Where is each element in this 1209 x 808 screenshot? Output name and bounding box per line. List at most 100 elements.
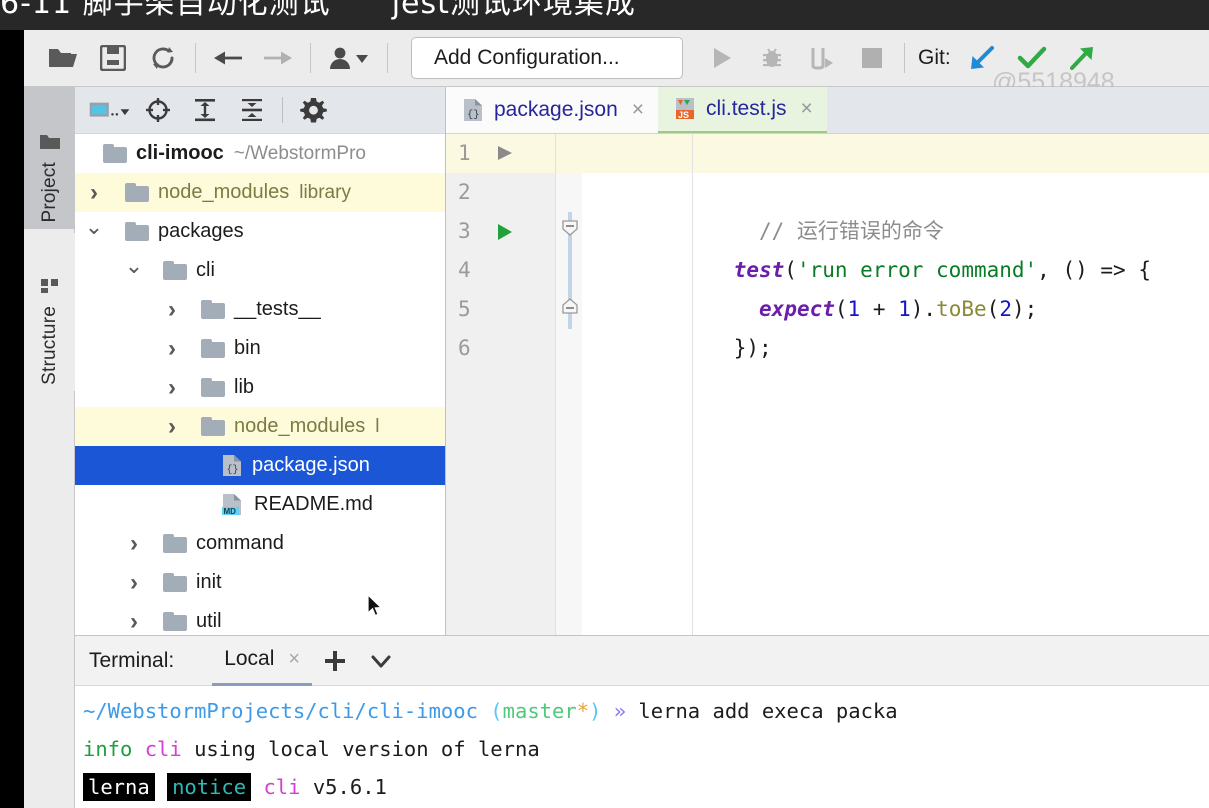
tree-arrow[interactable]	[83, 179, 105, 207]
expand-all-icon[interactable]	[183, 90, 227, 130]
tree-row-cli[interactable]: cli	[75, 251, 445, 290]
folder-icon	[163, 573, 187, 592]
close-icon[interactable]: ×	[288, 648, 300, 671]
toolbar-divider-3	[387, 43, 388, 73]
project-toolbar-divider	[282, 97, 283, 123]
editor-vertical-guide	[692, 134, 693, 635]
save-all-icon[interactable]	[88, 36, 138, 80]
terminal-cwd: ~/WebstormProjects/cli/cli-imooc	[83, 699, 491, 723]
settings-gear-icon[interactable]	[291, 90, 335, 130]
git-update-icon[interactable]	[957, 36, 1007, 80]
code-content[interactable]: // 运行错误的命令 test('run error command', () …	[556, 134, 1209, 635]
forward-arrow-icon[interactable]	[253, 36, 303, 80]
tree-row-node-modules-cli[interactable]: node_modules l	[75, 407, 445, 446]
tree-row-util[interactable]: util	[75, 602, 445, 635]
collapse-all-icon[interactable]	[230, 90, 274, 130]
close-icon[interactable]: ×	[801, 97, 813, 121]
terminal-output[interactable]: ~/WebstormProjects/cli/cli-imooc (master…	[75, 686, 1209, 808]
tree-arrow[interactable]	[123, 608, 145, 636]
tree-arrow[interactable]	[123, 258, 145, 284]
add-configuration-button[interactable]: Add Configuration...	[411, 37, 683, 79]
tree-arrow[interactable]	[123, 569, 145, 597]
tab-cli-test-js[interactable]: JS cli.test.js ×	[658, 87, 827, 133]
ide-window: Add Configuration... Git: @5518948 Proje…	[24, 30, 1209, 808]
svg-text:{}: {}	[227, 464, 239, 476]
chevron-down-icon[interactable]	[358, 638, 404, 684]
tree-root-path: ~/WebstormPro	[233, 142, 366, 164]
video-title-text: 6-11 脚手架自动化测试 jest测试环境集成	[0, 0, 1209, 22]
tree-label: __tests__	[234, 298, 321, 320]
open-folder-icon[interactable]	[38, 36, 88, 80]
tree-label: node_modules	[234, 415, 366, 437]
terminal-token: (	[490, 699, 503, 723]
svg-text:{}: {}	[467, 109, 480, 121]
toolbar-divider	[195, 43, 196, 73]
code-editor[interactable]: 1 2 3 4 5 6 // 运行错误的命令 test('run error c…	[446, 134, 1209, 635]
tree-row-packages[interactable]: packages	[75, 212, 445, 251]
code-comment: // 运行错误的命令	[733, 219, 944, 243]
toolbar-divider-4	[904, 43, 905, 73]
git-commit-icon[interactable]	[1007, 36, 1057, 80]
tree-arrow[interactable]	[123, 530, 145, 558]
sidebar-tab-structure[interactable]: Structure	[24, 233, 75, 391]
folder-icon	[163, 261, 187, 280]
tab-package-json[interactable]: {} package.json ×	[446, 87, 659, 133]
sidebar-tab-project[interactable]: Project	[24, 87, 75, 229]
run-with-coverage-icon[interactable]	[797, 36, 847, 80]
project-file-tree[interactable]: cli-imooc ~/WebstormPro node_modules lib…	[75, 134, 445, 635]
sync-refresh-icon[interactable]	[138, 36, 188, 80]
tree-row-bin[interactable]: bin	[75, 329, 445, 368]
tree-row-command[interactable]: command	[75, 524, 445, 563]
tree-arrow[interactable]	[161, 296, 183, 324]
tree-row-readme[interactable]: MD README.md	[75, 485, 445, 524]
tree-library-tag: l	[375, 415, 380, 437]
back-arrow-icon[interactable]	[203, 36, 253, 80]
tree-row-root[interactable]: cli-imooc ~/WebstormPro	[75, 134, 445, 173]
terminal-token: using local version of lerna	[181, 737, 540, 761]
tree-row-tests[interactable]: __tests__	[75, 290, 445, 329]
tree-arrow[interactable]	[161, 413, 183, 441]
project-folder-icon	[39, 133, 61, 156]
tree-row-init[interactable]: init	[75, 563, 445, 602]
git-push-icon[interactable]	[1057, 36, 1107, 80]
run-icon[interactable]	[697, 36, 747, 80]
tree-row-package-json[interactable]: {} package.json	[75, 446, 445, 485]
add-configuration-label: Add Configuration...	[434, 46, 620, 69]
tree-arrow[interactable]	[161, 374, 183, 402]
terminal-token: *	[576, 699, 590, 723]
terminal-badge-lerna: lerna	[83, 773, 155, 801]
tree-arrow[interactable]	[83, 219, 105, 245]
json-file-icon: {}	[221, 454, 243, 477]
user-avatar-dropdown-icon[interactable]	[318, 36, 380, 80]
folder-icon	[163, 534, 187, 553]
code-token: +	[860, 297, 899, 321]
folder-icon	[125, 183, 149, 202]
terminal-prompt-symbol: »	[601, 699, 639, 723]
run-test-gutter-icon[interactable]	[494, 212, 516, 251]
debug-icon[interactable]	[747, 36, 797, 80]
line-number: 2	[458, 180, 471, 204]
tree-label: lib	[234, 376, 255, 398]
tree-row-node-modules-root[interactable]: node_modules library	[75, 173, 445, 212]
locate-target-icon[interactable]	[136, 90, 180, 130]
git-label: Git:	[918, 46, 951, 69]
line-number: 6	[458, 336, 471, 360]
project-scope-selector[interactable]	[89, 90, 133, 130]
tree-label: bin	[234, 337, 261, 359]
code-token: test	[733, 258, 785, 282]
stop-icon[interactable]	[847, 36, 897, 80]
screenshot-root: 6-11 脚手架自动化测试 jest测试环境集成 Add Configurati…	[0, 0, 1209, 808]
terminal-tab-label: Local	[224, 647, 275, 670]
markdown-file-icon: MD	[221, 493, 245, 516]
tree-row-lib[interactable]: lib	[75, 368, 445, 407]
run-gutter-marker-top[interactable]	[494, 134, 516, 173]
terminal-tab-local[interactable]: Local ×	[212, 636, 313, 686]
editor-tab-bar: {} package.json × JS cli.test.js ×	[446, 87, 1209, 134]
close-icon[interactable]: ×	[632, 98, 644, 122]
code-token: toBe	[936, 297, 987, 321]
code-token: });	[733, 336, 772, 360]
run-controls-group	[697, 36, 897, 80]
tree-arrow[interactable]	[161, 335, 183, 363]
new-terminal-icon[interactable]	[312, 638, 358, 684]
